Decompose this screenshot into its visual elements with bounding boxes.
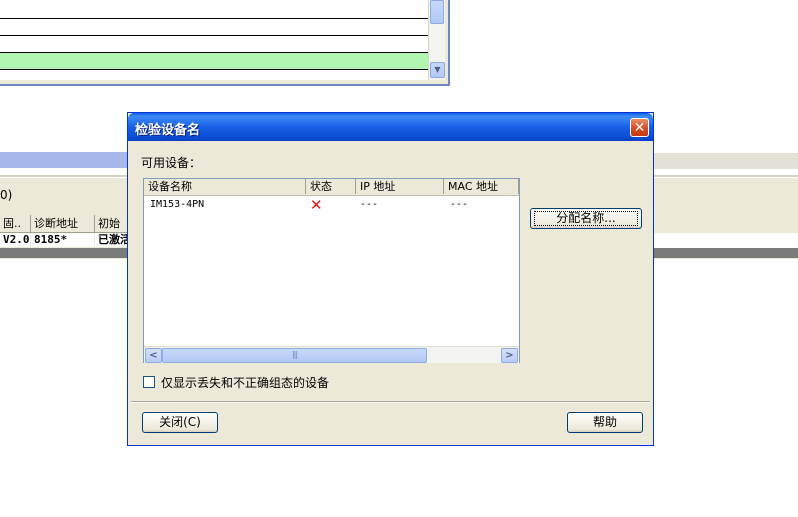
dialog-body: 可用设备： 设备名称 状态 IP 地址 MAC 地址 IM153-4PN ✕ -… — [131, 141, 650, 441]
dialog-title: 检验设备名 — [135, 123, 201, 138]
device-list[interactable]: 设备名称 状态 IP 地址 MAC 地址 IM153-4PN ✕ --- ---… — [143, 178, 520, 363]
show-missing-label[interactable]: 仅显示丢失和不正确组态的设备 — [161, 374, 329, 391]
background-row-fill — [654, 233, 798, 248]
background-list-row — [0, 36, 428, 53]
background-cell: 已激活 — [95, 233, 131, 247]
background-list-row — [0, 19, 428, 36]
column-header-status[interactable]: 状态 — [306, 179, 356, 194]
background-vertical-scrollbar[interactable]: ▼ — [428, 0, 445, 80]
background-list — [0, 0, 429, 80]
show-missing-checkbox[interactable] — [143, 376, 155, 388]
close-icon[interactable]: ✕ — [630, 118, 649, 137]
background-list-row-selected — [0, 53, 428, 70]
scroll-right-icon[interactable]: > — [501, 348, 518, 363]
assign-name-label: 分配名称... — [534, 211, 638, 226]
close-button[interactable]: 关闭(C) — [142, 412, 218, 433]
column-header-ip[interactable]: IP 地址 — [356, 179, 444, 194]
device-name-cell: IM153-4PN — [150, 199, 205, 210]
column-header-mac[interactable]: MAC 地址 — [444, 179, 519, 194]
device-list-header: 设备名称 状态 IP 地址 MAC 地址 — [144, 179, 519, 196]
background-title-bar-right — [652, 152, 798, 169]
error-x-icon: ✕ — [310, 196, 323, 214]
ip-cell: --- — [360, 199, 379, 210]
background-paren-text: 0) — [0, 188, 13, 202]
background-col-header[interactable]: 诊断地址 — [31, 215, 95, 233]
scroll-left-icon[interactable]: < — [145, 348, 162, 363]
dialog-separator — [131, 401, 650, 403]
dialog-title-bar[interactable]: 检验设备名 ✕ — [128, 113, 653, 141]
background-cell: 8185* — [31, 233, 94, 247]
horizontal-scrollbar[interactable]: < ||| > — [144, 346, 519, 363]
column-header-device-name[interactable]: 设备名称 — [144, 179, 306, 194]
background-col-header[interactable]: 固.. — [0, 215, 31, 233]
mac-cell: --- — [450, 199, 469, 210]
available-devices-label: 可用设备： — [141, 156, 202, 170]
background-list-row — [0, 2, 428, 19]
scroll-down-icon[interactable]: ▼ — [430, 62, 445, 78]
background-cell: V2.0 — [0, 233, 30, 247]
scroll-thumb[interactable]: ||| — [162, 348, 427, 363]
assign-name-button[interactable]: 分配名称... — [530, 208, 642, 229]
help-button[interactable]: 帮助 — [567, 412, 643, 433]
status-cell: ✕ — [306, 196, 323, 214]
background-window-top: ▼ — [0, 0, 450, 86]
check-device-name-dialog: 检验设备名 ✕ 可用设备： 设备名称 状态 IP 地址 MAC 地址 IM153… — [127, 112, 654, 446]
scroll-thumb[interactable] — [430, 0, 444, 24]
